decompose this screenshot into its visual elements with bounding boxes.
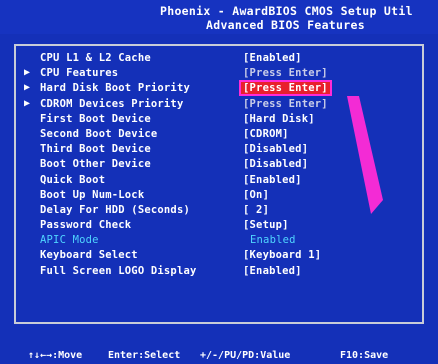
setting-label: Delay For HDD (Seconds)	[40, 203, 190, 216]
setting-value[interactable]: [Setup]	[243, 219, 289, 231]
setting-row-keyboard-select[interactable]: Keyboard Select [Keyboard 1]	[0, 249, 438, 264]
bios-title: Phoenix - AwardBIOS CMOS Setup Util	[160, 4, 413, 18]
setting-value[interactable]: [Press Enter]	[243, 67, 328, 79]
setting-label: CDROM Devices Priority	[40, 97, 184, 110]
key-help-value: +/-/PU/PD:Value	[200, 350, 291, 361]
setting-row-apic-mode: APIC Mode Enabled	[0, 234, 438, 249]
key-help-select: Enter:Select	[108, 350, 181, 361]
setting-label: Hard Disk Boot Priority	[40, 82, 190, 95]
page-title: Advanced BIOS Features	[206, 18, 365, 32]
setting-value[interactable]: [CDROM]	[243, 128, 289, 140]
setting-row-password-check[interactable]: Password Check [Setup]	[0, 219, 438, 234]
setting-label: Keyboard Select	[40, 249, 138, 262]
setting-value[interactable]: [Enabled]	[243, 52, 302, 64]
setting-label: Full Screen LOGO Display	[40, 264, 197, 277]
setting-label: CPU L1 & L2 Cache	[40, 52, 151, 64]
submenu-arrow-icon: ▶	[24, 67, 31, 79]
key-help-move: ↑↓←→:Move	[28, 350, 83, 361]
setting-label: Quick Boot	[40, 173, 106, 186]
annotation-arrow-icon	[347, 96, 383, 214]
bios-header: Phoenix - AwardBIOS CMOS Setup Util Adva…	[0, 0, 438, 34]
setting-value[interactable]: [Disabled]	[243, 158, 308, 170]
key-help-save: F10:Save	[340, 350, 389, 361]
setting-value[interactable]: [Enabled]	[243, 174, 302, 186]
setting-value[interactable]: [Hard Disk]	[243, 113, 315, 125]
setting-value-selected[interactable]: [Press Enter]	[239, 80, 332, 97]
setting-label: CPU Features	[40, 67, 119, 80]
setting-label: APIC Mode	[40, 234, 99, 247]
setting-row-logo-display[interactable]: Full Screen LOGO Display [Enabled]	[0, 265, 438, 280]
setting-value[interactable]: [On]	[243, 189, 269, 201]
setting-value[interactable]: [Enabled]	[243, 265, 302, 277]
setting-label: First Boot Device	[40, 112, 151, 125]
setting-label: Third Boot Device	[40, 143, 151, 156]
setting-label: Boot Up Num-Lock	[40, 188, 145, 201]
setting-label: Boot Other Device	[40, 158, 151, 171]
submenu-arrow-icon: ▶	[24, 97, 31, 109]
submenu-arrow-icon: ▶	[24, 82, 31, 94]
setting-row-cpu-cache[interactable]: CPU L1 & L2 Cache [Enabled]	[0, 52, 438, 67]
setting-value[interactable]: [Press Enter]	[243, 98, 328, 110]
bios-screen: Phoenix - AwardBIOS CMOS Setup Util Adva…	[0, 0, 438, 364]
setting-label: Second Boot Device	[40, 127, 158, 140]
setting-value[interactable]: [Keyboard 1]	[243, 249, 321, 261]
setting-value: Enabled	[250, 234, 296, 247]
setting-label: Password Check	[40, 219, 132, 232]
key-help-bar: ↑↓←→:Move Enter:Select +/-/PU/PD:Value F…	[0, 344, 438, 364]
setting-row-cpu-features[interactable]: ▶ CPU Features [Press Enter]	[0, 67, 438, 82]
setting-value[interactable]: [ 2]	[243, 204, 269, 216]
setting-value[interactable]: [Disabled]	[243, 143, 308, 155]
